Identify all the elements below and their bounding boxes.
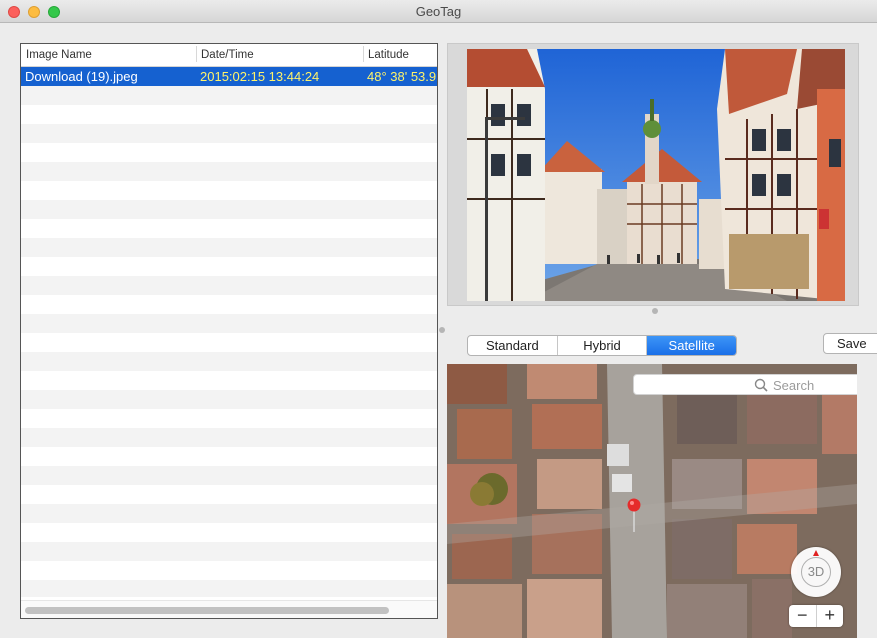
empty-table-row (21, 333, 437, 352)
vertical-split-handle[interactable] (439, 327, 445, 333)
satellite-imagery (447, 364, 857, 638)
zoom-control: − + (789, 605, 843, 627)
empty-table-row (21, 523, 437, 542)
empty-table-row (21, 257, 437, 276)
scrollbar-thumb[interactable] (25, 607, 389, 614)
empty-table-row (21, 352, 437, 371)
empty-table-row (21, 466, 437, 485)
cell-latitude: 48° 38' 53.9 (367, 69, 437, 84)
empty-table-row (21, 124, 437, 143)
image-table[interactable]: Image Name Date/Time Latitude Download (… (20, 43, 438, 619)
map-type-standard[interactable]: Standard (468, 336, 558, 355)
empty-table-row (21, 276, 437, 295)
map-search-field[interactable]: Search (633, 374, 857, 395)
photo-street-scene (467, 49, 845, 301)
title-bar: GeoTag (0, 0, 877, 23)
save-button[interactable]: Save (823, 333, 877, 354)
empty-table-row (21, 447, 437, 466)
map-view[interactable]: Search 3D − + (447, 364, 857, 638)
empty-table-row (21, 409, 437, 428)
empty-table-row (21, 561, 437, 580)
map-type-segmented-control[interactable]: Standard Hybrid Satellite (467, 335, 737, 356)
zoom-in-button[interactable]: + (817, 605, 844, 627)
empty-table-row (21, 485, 437, 504)
empty-table-row (21, 86, 437, 105)
empty-table-row (21, 295, 437, 314)
search-icon (754, 378, 768, 395)
empty-table-row (21, 143, 437, 162)
column-header-datetime[interactable]: Date/Time (196, 46, 254, 62)
empty-table-row (21, 219, 437, 238)
table-row[interactable]: Download (19).jpeg 2015:02:15 13:44:24 4… (21, 67, 437, 86)
empty-table-row (21, 504, 437, 523)
table-header: Image Name Date/Time Latitude (21, 44, 437, 67)
3d-toggle[interactable]: 3D (801, 557, 831, 587)
empty-table-row (21, 390, 437, 409)
horizontal-scrollbar[interactable] (21, 600, 437, 618)
empty-table-row (21, 371, 437, 390)
column-header-image-name[interactable]: Image Name (26, 49, 92, 61)
empty-table-row (21, 542, 437, 561)
cell-image-name: Download (19).jpeg (25, 69, 138, 84)
search-placeholder: Search (773, 378, 815, 393)
map-type-hybrid[interactable]: Hybrid (558, 336, 648, 355)
table-body: Download (19).jpeg 2015:02:15 13:44:24 4… (21, 67, 437, 597)
empty-table-row (21, 314, 437, 333)
empty-table-row (21, 181, 437, 200)
empty-table-row (21, 105, 437, 124)
north-arrow-icon (813, 550, 819, 556)
empty-table-row (21, 580, 437, 597)
empty-table-row (21, 162, 437, 181)
window-title: GeoTag (415, 4, 462, 19)
column-header-latitude[interactable]: Latitude (363, 46, 409, 62)
zoom-out-button[interactable]: − (789, 605, 817, 627)
empty-table-row (21, 428, 437, 447)
cell-datetime: 2015:02:15 13:44:24 (200, 69, 320, 84)
empty-table-row (21, 238, 437, 257)
empty-table-row (21, 200, 437, 219)
horizontal-split-handle[interactable] (652, 308, 658, 314)
map-type-satellite[interactable]: Satellite (647, 336, 736, 355)
location-pin-icon[interactable] (627, 498, 641, 537)
image-preview (447, 43, 859, 306)
map-compass[interactable]: 3D (791, 547, 841, 597)
